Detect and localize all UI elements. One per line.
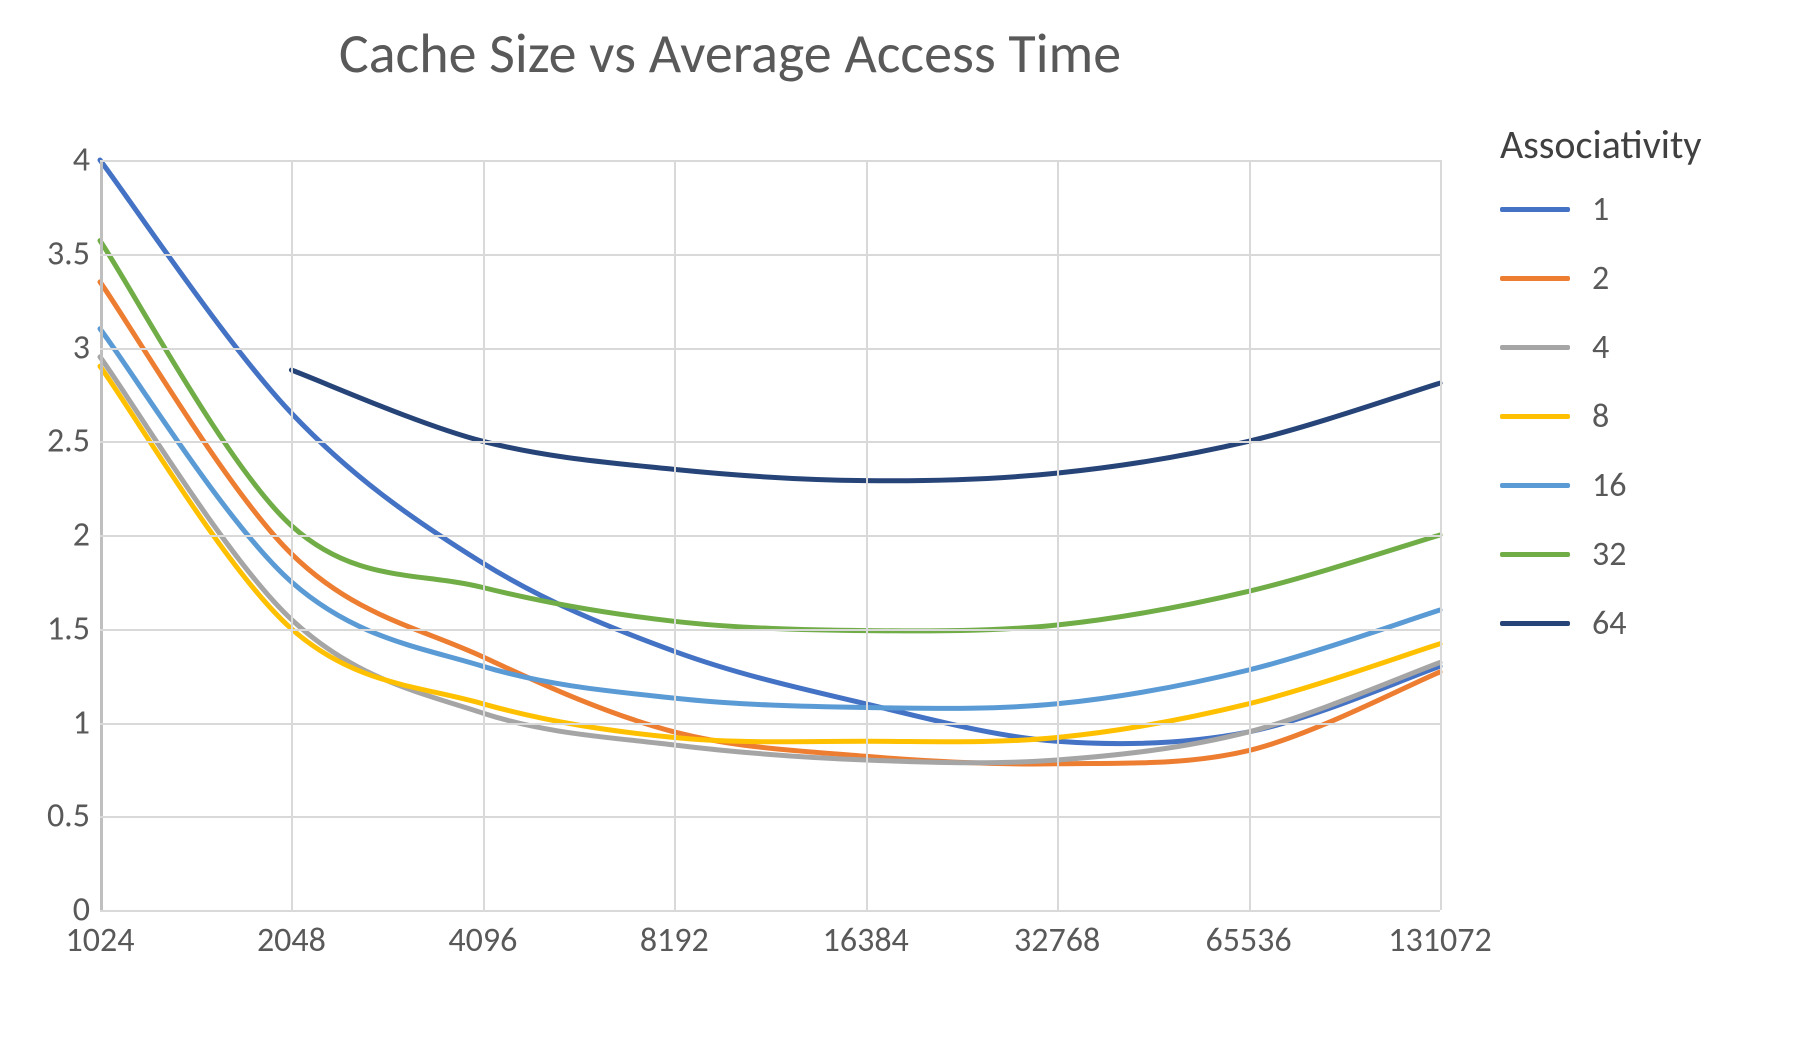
grid-horizontal — [100, 535, 1440, 537]
y-axis-tick-label: 1 — [10, 702, 90, 743]
x-axis-tick-label: 1024 — [66, 920, 135, 961]
y-axis-tick-label: 3.5 — [10, 233, 90, 274]
legend-swatch — [1500, 345, 1570, 350]
y-axis-tick-label: 4 — [10, 140, 90, 181]
legend-label: 2 — [1592, 258, 1609, 299]
x-axis-tick-label: 65536 — [1205, 920, 1291, 961]
chart-title: Cache Size vs Average Access Time — [0, 20, 1460, 88]
legend-item: 16 — [1500, 465, 1780, 506]
legend-item: 4 — [1500, 327, 1780, 368]
grid-vertical — [1440, 160, 1442, 910]
legend-item: 32 — [1500, 534, 1780, 575]
x-axis-tick-label: 4096 — [448, 920, 517, 961]
legend-item: 2 — [1500, 258, 1780, 299]
legend-item: 64 — [1500, 603, 1780, 644]
y-axis-tick-label: 2 — [10, 515, 90, 556]
series-line — [100, 160, 1440, 744]
legend-label: 16 — [1592, 465, 1626, 506]
legend-item: 1 — [1500, 189, 1780, 230]
legend-label: 64 — [1592, 603, 1626, 644]
legend-swatch — [1500, 276, 1570, 281]
legend-swatch — [1500, 207, 1570, 212]
y-axis-tick-label: 3 — [10, 327, 90, 368]
grid-horizontal — [100, 348, 1440, 350]
legend-label: 8 — [1592, 396, 1609, 437]
legend-item: 8 — [1500, 396, 1780, 437]
series-line — [100, 282, 1440, 764]
y-axis-tick-label: 2.5 — [10, 421, 90, 462]
legend-title: Associativity — [1500, 120, 1780, 169]
series-line — [100, 329, 1440, 709]
y-axis-tick-label: 0.5 — [10, 796, 90, 837]
chart-container: Cache Size vs Average Access Time 00.511… — [0, 0, 1800, 1050]
plot-area: 00.511.522.533.5410242048409681921638432… — [100, 160, 1440, 910]
grid-horizontal — [100, 254, 1440, 256]
grid-horizontal — [100, 910, 1440, 912]
x-axis-tick-label: 8192 — [640, 920, 709, 961]
legend-label: 4 — [1592, 327, 1609, 368]
legend-swatch — [1500, 483, 1570, 488]
legend-swatch — [1500, 414, 1570, 419]
legend-label: 32 — [1592, 534, 1626, 575]
x-axis-tick-label: 16384 — [823, 920, 909, 961]
grid-horizontal — [100, 723, 1440, 725]
x-axis-tick-label: 32768 — [1014, 920, 1100, 961]
series-line — [100, 241, 1440, 631]
legend-swatch — [1500, 552, 1570, 557]
y-axis-tick-label: 1.5 — [10, 608, 90, 649]
grid-horizontal — [100, 629, 1440, 631]
x-axis-tick-label: 2048 — [257, 920, 326, 961]
legend-label: 1 — [1592, 189, 1609, 230]
grid-horizontal — [100, 160, 1440, 162]
grid-horizontal — [100, 441, 1440, 443]
grid-horizontal — [100, 816, 1440, 818]
x-axis-tick-label: 131072 — [1388, 920, 1491, 961]
legend: Associativity 1 2 4 8 16 32 64 — [1500, 120, 1780, 672]
legend-swatch — [1500, 621, 1570, 626]
